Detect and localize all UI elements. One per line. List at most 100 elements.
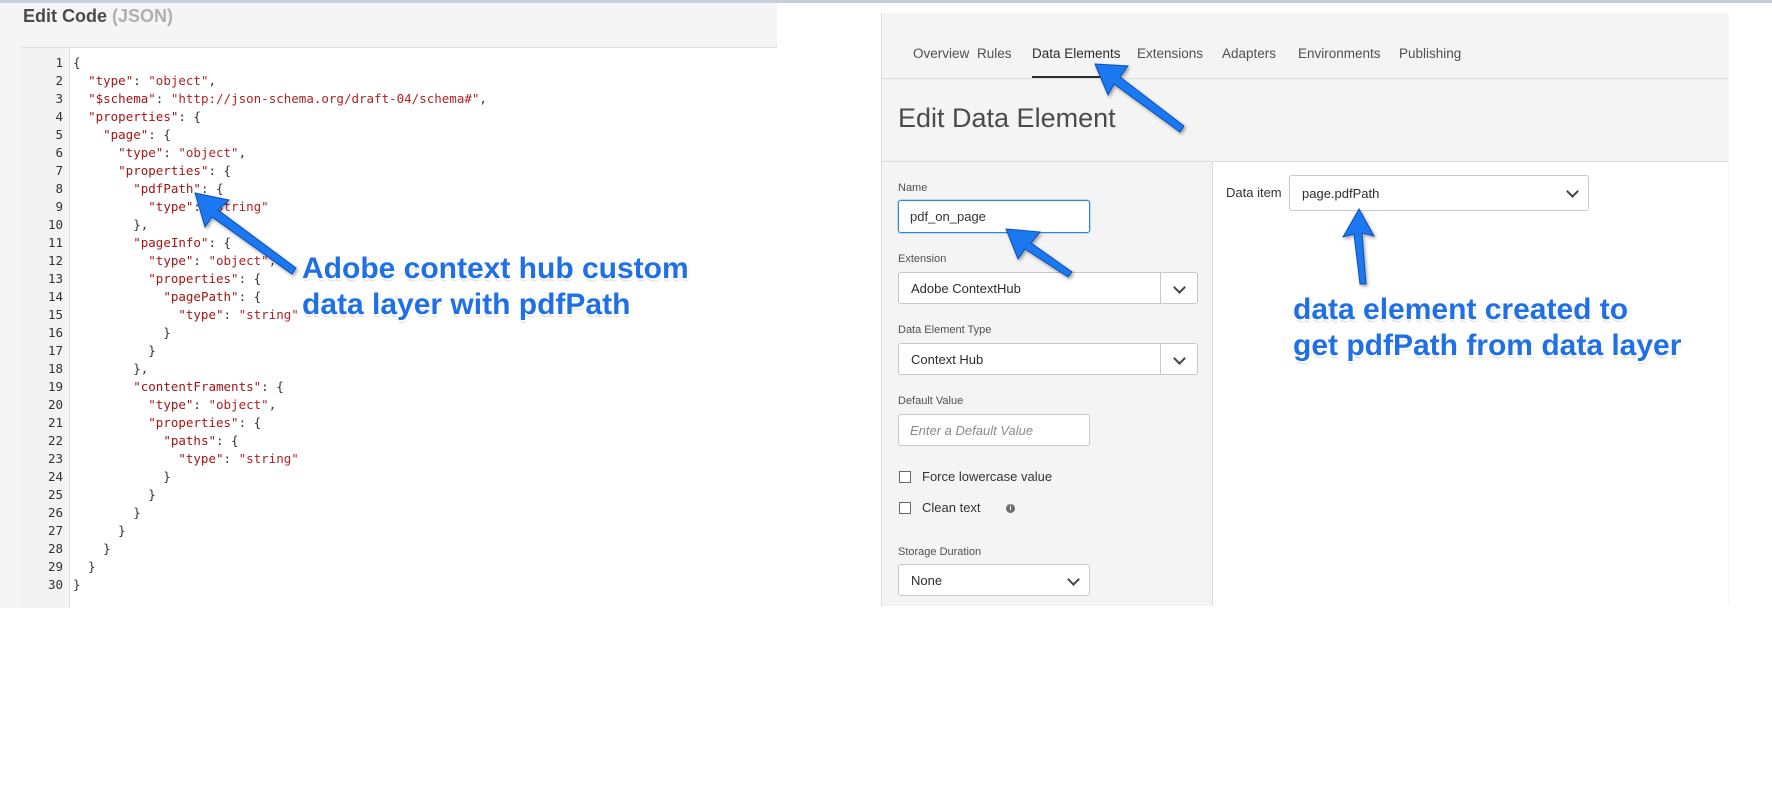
force-lowercase-label: Force lowercase value: [922, 469, 1053, 484]
code-line[interactable]: }: [73, 343, 156, 358]
line-number: 8: [55, 181, 63, 196]
line-number: 16: [47, 325, 63, 340]
line-number: 30: [47, 577, 63, 592]
chevron-down-icon: [1067, 573, 1080, 586]
annotation-data-element-line1: data element created to: [1293, 293, 1629, 326]
extension-label: Extension: [898, 253, 947, 265]
name-label: Name: [898, 182, 928, 194]
code-line[interactable]: }: [73, 487, 156, 502]
info-icon[interactable]: i: [1006, 504, 1015, 513]
line-number: 26: [47, 505, 63, 520]
code-line[interactable]: "type": "string": [73, 199, 268, 214]
annotation-data-element-line2: get pdfPath from data layer: [1293, 329, 1682, 362]
tab-environments[interactable]: Environments: [1298, 46, 1381, 61]
data-element-type-value: Context Hub: [911, 352, 984, 367]
line-number: 17: [47, 343, 63, 358]
code-line[interactable]: },: [73, 361, 148, 376]
name-input[interactable]: [898, 200, 1090, 233]
line-number: 19: [47, 379, 63, 394]
extension-value: Adobe ContextHub: [911, 281, 1021, 296]
tab-rules[interactable]: Rules: [977, 46, 1012, 61]
code-line[interactable]: "pageInfo": {: [73, 235, 231, 250]
line-number: 27: [47, 523, 63, 538]
code-line[interactable]: }: [73, 559, 96, 574]
line-number: 25: [47, 487, 63, 502]
code-line[interactable]: "pagePath": {: [73, 289, 261, 304]
clean-text-checkbox[interactable]: [899, 502, 911, 514]
annotation-data-layer-line1: Adobe context hub custom: [302, 252, 689, 285]
code-line[interactable]: {: [73, 55, 81, 70]
code-line[interactable]: }: [73, 577, 81, 592]
clean-text-label: Clean text: [922, 500, 981, 515]
code-line[interactable]: "type": "object",: [73, 253, 276, 268]
panel-left-margin: [834, 13, 881, 606]
line-number: 22: [47, 433, 63, 448]
line-number: 18: [47, 361, 63, 376]
line-number: 13: [47, 271, 63, 286]
tab-bar: Overview Rules Data Elements Extensions …: [881, 13, 1728, 79]
active-tab-underline: [1032, 76, 1116, 78]
data-element-type-label: Data Element Type: [898, 324, 992, 336]
chevron-down-icon: [1566, 185, 1579, 198]
code-line[interactable]: }: [73, 523, 126, 538]
storage-duration-label: Storage Duration: [898, 546, 982, 558]
chevron-down-icon: [1173, 352, 1186, 365]
code-line[interactable]: "type": "string": [73, 451, 298, 466]
line-number: 10: [47, 217, 63, 232]
line-number: 1: [55, 55, 63, 70]
line-number: 21: [47, 415, 63, 430]
code-editor-subtitle: (JSON): [112, 6, 174, 26]
code-line[interactable]: "properties": {: [73, 415, 261, 430]
chevron-down-icon: [1173, 281, 1186, 294]
code-line[interactable]: }: [73, 541, 111, 556]
code-line[interactable]: }: [73, 505, 141, 520]
data-element-type-select[interactable]: Context Hub: [898, 343, 1198, 375]
line-number: 3: [55, 91, 63, 106]
code-line[interactable]: "type": "object",: [73, 145, 246, 160]
tab-data-elements[interactable]: Data Elements: [1032, 46, 1121, 61]
line-number: 23: [47, 451, 63, 466]
line-number-gutter: 1 2 3 4 5 6 7 8 9 10 11 12 13 14 15 16 17 18 19 20 21 22 23 24 2…: [22, 48, 70, 608]
section-divider: [881, 161, 1728, 162]
code-line[interactable]: "contentFraments": {: [73, 379, 284, 394]
tab-extensions[interactable]: Extensions: [1137, 46, 1203, 61]
tab-overview[interactable]: Overview: [913, 46, 969, 61]
default-value-input[interactable]: [898, 414, 1090, 446]
data-item-pane: [1213, 162, 1728, 606]
line-number: 14: [47, 289, 63, 304]
line-number: 2: [55, 73, 63, 88]
annotation-data-layer: Adobe context hub custom data layer with…: [302, 251, 689, 323]
code-editor[interactable]: 1 2 3 4 5 6 7 8 9 10 11 12 13 14 15 16 17 18 19 20 21 22 23 24 2…: [22, 48, 777, 608]
code-line[interactable]: "pdfPath": {: [73, 181, 223, 196]
line-number: 15: [47, 307, 63, 322]
code-editor-title-text: Edit Code: [23, 6, 107, 26]
code-line[interactable]: },: [73, 217, 148, 232]
line-number: 6: [55, 145, 63, 160]
data-element-type-dropdown-button[interactable]: [1160, 344, 1197, 374]
tab-publishing[interactable]: Publishing: [1399, 46, 1461, 61]
code-line[interactable]: "type": "object",: [73, 73, 216, 88]
default-value-label: Default Value: [898, 395, 964, 407]
code-line[interactable]: }: [73, 325, 171, 340]
extension-select[interactable]: Adobe ContextHub: [898, 272, 1198, 304]
code-line[interactable]: "properties": {: [73, 163, 231, 178]
extension-dropdown-button[interactable]: [1160, 273, 1197, 303]
code-line[interactable]: "properties": {: [73, 271, 261, 286]
code-line[interactable]: "type": "string": [73, 307, 298, 322]
storage-duration-select[interactable]: None: [898, 564, 1090, 596]
line-number: 29: [47, 559, 63, 574]
line-number: 4: [55, 109, 63, 124]
page-title: Edit Data Element: [898, 103, 1116, 133]
storage-duration-value: None: [911, 573, 943, 588]
code-line[interactable]: "page": {: [73, 127, 171, 142]
code-line[interactable]: "properties": {: [73, 109, 201, 124]
code-line[interactable]: "type": "object",: [73, 397, 276, 412]
tab-adapters[interactable]: Adapters: [1222, 46, 1276, 61]
code-line[interactable]: }: [73, 469, 171, 484]
data-item-select[interactable]: page.pdfPath: [1289, 175, 1589, 211]
code-line[interactable]: "paths": {: [73, 433, 238, 448]
force-lowercase-checkbox[interactable]: [899, 471, 911, 483]
annotation-data-element: data element created to get pdfPath from…: [1293, 292, 1681, 364]
code-line[interactable]: "$schema": "http://json-schema.org/draft…: [73, 91, 487, 106]
code-editor-title: Edit Code (JSON): [23, 6, 173, 27]
